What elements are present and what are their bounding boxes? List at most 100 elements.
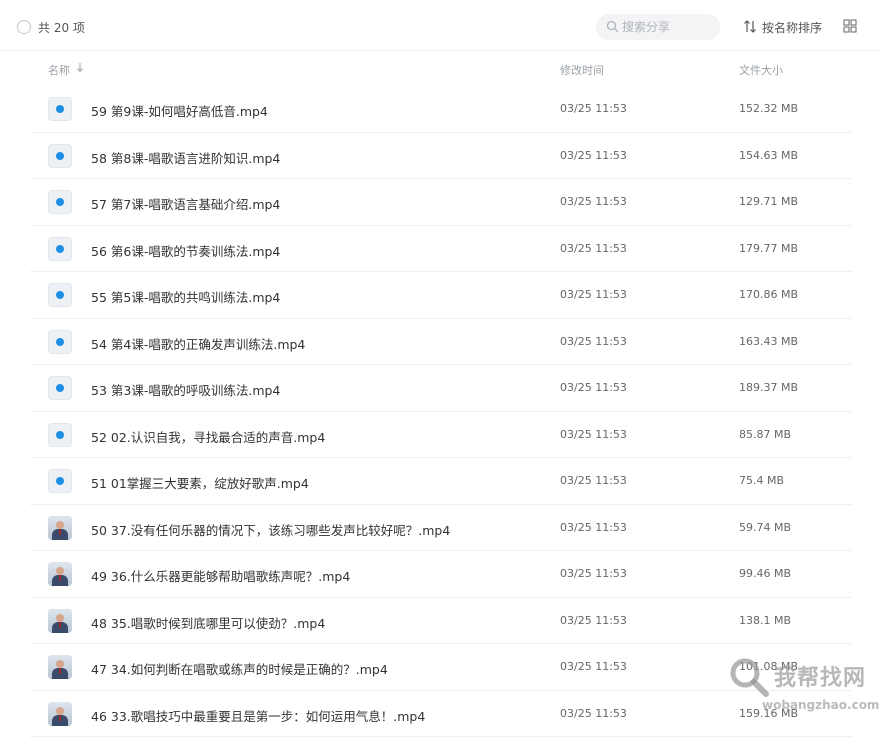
file-row[interactable]: 51 01掌握三大要素，绽放好歌声.mp4 03/25 11:53 75.4 MB bbox=[30, 458, 852, 505]
video-thumbnail bbox=[48, 702, 72, 726]
watermark-url: wobangzhao.com bbox=[762, 698, 879, 712]
magnifier-logo-icon bbox=[728, 656, 770, 698]
thumbnail-head bbox=[56, 707, 64, 715]
sort-label: 按名称排序 bbox=[762, 21, 822, 35]
thumbnail-head bbox=[56, 521, 64, 529]
file-modified-time: 03/25 11:53 bbox=[560, 707, 627, 720]
file-row[interactable]: 53 第3课-唱歌的呼吸训练法.mp4 03/25 11:53 189.37 MB bbox=[30, 365, 852, 412]
file-modified-time: 03/25 11:53 bbox=[560, 474, 627, 487]
watermark: 我帮找网 wobangzhao.com bbox=[722, 652, 880, 723]
video-file-icon bbox=[48, 97, 72, 121]
grid-view-icon[interactable] bbox=[843, 19, 857, 33]
file-modified-time: 03/25 11:53 bbox=[560, 149, 627, 162]
file-row[interactable]: 54 第4课-唱歌的正确发声训练法.mp4 03/25 11:53 163.43 M… bbox=[30, 319, 852, 366]
select-all-checkbox[interactable] bbox=[17, 20, 31, 34]
file-size: 152.32 MB bbox=[739, 102, 798, 115]
file-row[interactable]: 59 第9课-如何唱好高低音.mp4 03/25 11:53 152.32 MB bbox=[30, 86, 852, 133]
video-file-icon bbox=[48, 144, 72, 168]
file-name[interactable]: 59 第9课-如何唱好高低音.mp4 bbox=[91, 101, 268, 120]
thumbnail-tie bbox=[59, 668, 61, 674]
file-size: 179.77 MB bbox=[739, 242, 798, 255]
file-size: 99.46 MB bbox=[739, 567, 791, 580]
file-modified-time: 03/25 11:53 bbox=[560, 335, 627, 348]
watermark-title: 我帮找网 bbox=[774, 660, 866, 692]
file-name[interactable]: 58 第8课-唱歌语言进阶知识.mp4 bbox=[91, 148, 280, 167]
search-icon bbox=[606, 20, 619, 33]
file-size: 75.4 MB bbox=[739, 474, 784, 487]
video-dot-icon bbox=[56, 431, 64, 439]
video-thumbnail bbox=[48, 516, 72, 540]
file-size: 85.87 MB bbox=[739, 428, 791, 441]
video-dot-icon bbox=[56, 477, 64, 485]
thumbnail-tie bbox=[59, 622, 61, 628]
thumbnail-head bbox=[56, 614, 64, 622]
video-dot-icon bbox=[56, 105, 64, 113]
video-file-icon bbox=[48, 190, 72, 214]
video-thumbnail bbox=[48, 655, 72, 679]
search-input[interactable] bbox=[622, 14, 714, 40]
column-size-header[interactable]: 文件大小 bbox=[739, 62, 783, 78]
file-modified-time: 03/25 11:53 bbox=[560, 195, 627, 208]
file-row[interactable]: 48 35.唱歌时候到底哪里可以使劲？.mp4 03/25 11:53 138.1 … bbox=[30, 598, 852, 645]
video-file-icon bbox=[48, 283, 72, 307]
file-modified-time: 03/25 11:53 bbox=[560, 242, 627, 255]
video-dot-icon bbox=[56, 291, 64, 299]
file-size: 138.1 MB bbox=[739, 614, 791, 627]
file-modified-time: 03/25 11:53 bbox=[560, 660, 627, 673]
file-modified-time: 03/25 11:53 bbox=[560, 567, 627, 580]
file-size: 189.37 MB bbox=[739, 381, 798, 394]
file-size: 154.63 MB bbox=[739, 149, 798, 162]
thumbnail-tie bbox=[59, 575, 61, 581]
file-name[interactable]: 55 第5课-唱歌的共鸣训练法.mp4 bbox=[91, 287, 280, 306]
file-row[interactable]: 55 第5课-唱歌的共鸣训练法.mp4 03/25 11:53 170.86 MB bbox=[30, 272, 852, 319]
item-count: 共 20 项 bbox=[38, 19, 85, 36]
thumbnail-head bbox=[56, 660, 64, 668]
toolbar: 共 20 项 按名称排序 bbox=[0, 0, 880, 51]
file-name[interactable]: 46 33.歌唱技巧中最重要且是第一步：如何运用气息！.mp4 bbox=[91, 706, 425, 725]
sort-by-name-button[interactable]: 按名称排序 bbox=[743, 19, 822, 36]
video-file-icon bbox=[48, 469, 72, 493]
file-row[interactable]: 56 第6课-唱歌的节奏训练法.mp4 03/25 11:53 179.77 MB bbox=[30, 226, 852, 273]
column-modified-header[interactable]: 修改时间 bbox=[560, 62, 604, 78]
file-size: 129.71 MB bbox=[739, 195, 798, 208]
column-name-header[interactable]: 名称 bbox=[48, 62, 70, 78]
file-size: 163.43 MB bbox=[739, 335, 798, 348]
video-thumbnail bbox=[48, 562, 72, 586]
file-name[interactable]: 48 35.唱歌时候到底哪里可以使劲？.mp4 bbox=[91, 613, 325, 632]
video-dot-icon bbox=[56, 338, 64, 346]
file-modified-time: 03/25 11:53 bbox=[560, 521, 627, 534]
video-dot-icon bbox=[56, 384, 64, 392]
file-name[interactable]: 49 36.什么乐器更能够帮助唱歌练声呢？.mp4 bbox=[91, 566, 350, 585]
video-dot-icon bbox=[56, 198, 64, 206]
file-row[interactable]: 58 第8课-唱歌语言进阶知识.mp4 03/25 11:53 154.63 MB bbox=[30, 133, 852, 180]
video-thumbnail bbox=[48, 609, 72, 633]
file-modified-time: 03/25 11:53 bbox=[560, 102, 627, 115]
file-size: 59.74 MB bbox=[739, 521, 791, 534]
file-row[interactable]: 52 02.认识自我，寻找最合适的声音.mp4 03/25 11:53 85.87 … bbox=[30, 412, 852, 459]
sort-descending-icon[interactable] bbox=[76, 62, 84, 73]
video-dot-icon bbox=[56, 245, 64, 253]
file-modified-time: 03/25 11:53 bbox=[560, 614, 627, 627]
file-modified-time: 03/25 11:53 bbox=[560, 381, 627, 394]
file-modified-time: 03/25 11:53 bbox=[560, 428, 627, 441]
file-name[interactable]: 51 01掌握三大要素，绽放好歌声.mp4 bbox=[91, 473, 309, 492]
file-name[interactable]: 53 第3课-唱歌的呼吸训练法.mp4 bbox=[91, 380, 280, 399]
file-name[interactable]: 57 第7课-唱歌语言基础介绍.mp4 bbox=[91, 194, 280, 213]
file-name[interactable]: 56 第6课-唱歌的节奏训练法.mp4 bbox=[91, 241, 280, 260]
file-name[interactable]: 52 02.认识自我，寻找最合适的声音.mp4 bbox=[91, 427, 325, 446]
file-row[interactable]: 50 37.没有任何乐器的情况下，该练习哪些发声比较好呢？.mp4 03/25 1… bbox=[30, 505, 852, 552]
file-modified-time: 03/25 11:53 bbox=[560, 288, 627, 301]
video-dot-icon bbox=[56, 152, 64, 160]
file-name[interactable]: 47 34.如何判断在唱歌或练声的时候是正确的？.mp4 bbox=[91, 659, 388, 678]
file-name[interactable]: 50 37.没有任何乐器的情况下，该练习哪些发声比较好呢？.mp4 bbox=[91, 520, 450, 539]
thumbnail-head bbox=[56, 567, 64, 575]
file-list: 59 第9课-如何唱好高低音.mp4 03/25 11:53 152.32 MB 58… bbox=[30, 86, 852, 737]
file-name[interactable]: 54 第4课-唱歌的正确发声训练法.mp4 bbox=[91, 334, 305, 353]
video-file-icon bbox=[48, 423, 72, 447]
search-box[interactable] bbox=[596, 14, 720, 40]
file-row[interactable]: 57 第7课-唱歌语言基础介绍.mp4 03/25 11:53 129.71 MB bbox=[30, 179, 852, 226]
file-size: 170.86 MB bbox=[739, 288, 798, 301]
file-row[interactable]: 49 36.什么乐器更能够帮助唱歌练声呢？.mp4 03/25 11:53 99.4… bbox=[30, 551, 852, 598]
sort-icon bbox=[743, 20, 757, 33]
thumbnail-tie bbox=[59, 715, 61, 721]
